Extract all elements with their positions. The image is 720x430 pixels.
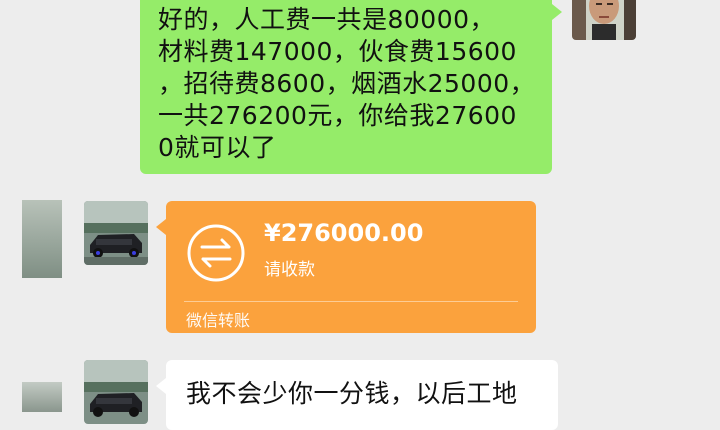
chat-window: 好的，人工费一共是80000， 材料费147000，伙食费15600 ，招待费8…	[0, 0, 720, 430]
incoming-message-bubble[interactable]: 我不会少你一分钱，以后工地	[156, 360, 558, 430]
contact-avatar[interactable]	[84, 201, 148, 265]
left-edge-background	[22, 382, 62, 412]
message-line: 好的，人工费一共是80000，	[158, 5, 496, 34]
message-line: 0就可以了	[158, 133, 277, 162]
outgoing-message-bubble[interactable]: 好的，人工费一共是80000， 材料费147000，伙食费15600 ，招待费8…	[140, 0, 562, 174]
my-avatar[interactable]	[572, 0, 636, 40]
message-line: ，招待费8600，烟酒水25000，	[158, 69, 536, 98]
message-line: 材料费147000，伙食费15600	[158, 37, 517, 66]
transfer-card[interactable]: ¥276000.00 请收款 微信转账	[156, 201, 536, 333]
contact-avatar[interactable]	[84, 360, 148, 424]
transfer-status: 请收款	[264, 260, 315, 280]
message-line: 一共276200元，你给我27600	[158, 101, 517, 130]
transfer-divider	[184, 301, 518, 302]
transfer-footer-label: 微信转账	[186, 311, 251, 330]
transfer-arrows-icon	[184, 221, 248, 285]
transfer-amount: ¥276000.00	[264, 219, 424, 247]
left-edge-background	[22, 200, 62, 278]
